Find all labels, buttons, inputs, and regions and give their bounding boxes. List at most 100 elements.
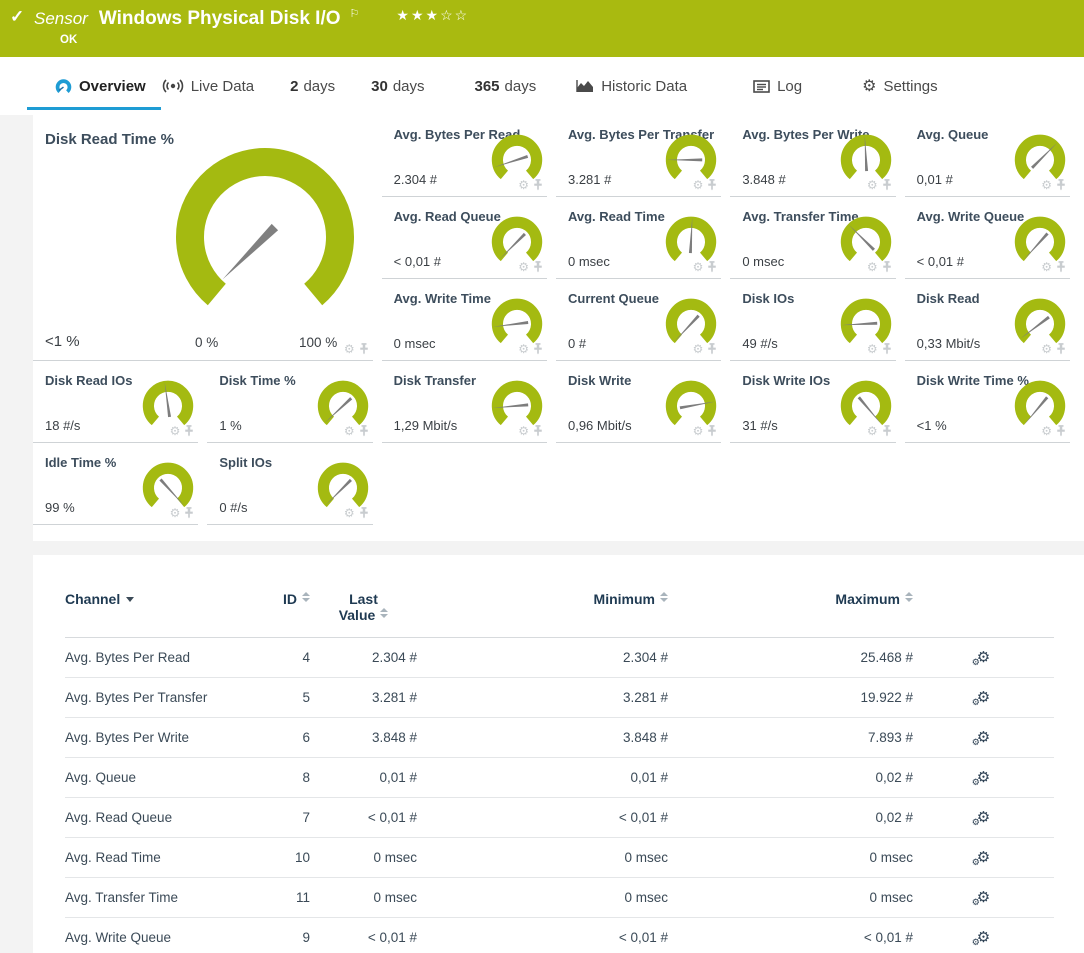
- gauge-pin-icon[interactable]: [1056, 424, 1066, 437]
- tab-overview[interactable]: Overview: [55, 78, 146, 95]
- channel-settings-icon[interactable]: ⚙⚙: [977, 770, 990, 785]
- cell-maximum: 25.468 #: [668, 638, 913, 678]
- gauge-settings-gear-icon[interactable]: ⚙: [518, 261, 529, 273]
- cell-id: 10: [250, 838, 310, 878]
- channel-gauge-cell[interactable]: Disk IOs 49 #/s ⚙: [730, 279, 895, 361]
- cell-maximum: 7.893 #: [668, 718, 913, 758]
- channel-gauge-cell[interactable]: Disk Transfer 1,29 Mbit/s ⚙: [382, 361, 547, 443]
- channel-settings-icon[interactable]: ⚙⚙: [977, 850, 990, 865]
- channel-settings-icon[interactable]: ⚙⚙: [977, 890, 990, 905]
- tab-live-data[interactable]: Live Data: [162, 78, 254, 95]
- channel-gauge-cell[interactable]: Disk Time % 1 % ⚙: [207, 361, 372, 443]
- gauges-panel: Disk Read Time % 0 % 100 % <1 % ⚙ Avg. B…: [33, 115, 1084, 541]
- gauge-pin-icon[interactable]: [1056, 178, 1066, 191]
- gauge-settings-gear-icon[interactable]: ⚙: [1041, 425, 1052, 437]
- channel-gauge-cell[interactable]: Avg. Read Queue < 0,01 # ⚙: [382, 197, 547, 279]
- gauge-settings-gear-icon[interactable]: ⚙: [867, 261, 878, 273]
- gauge-settings-gear-icon[interactable]: ⚙: [518, 343, 529, 355]
- cell-id: 6: [250, 718, 310, 758]
- gauge-settings-gear-icon[interactable]: ⚙: [344, 425, 355, 437]
- channel-settings-icon[interactable]: ⚙⚙: [977, 650, 990, 665]
- channel-settings-icon[interactable]: ⚙⚙: [977, 930, 990, 945]
- star-rating[interactable]: ★★★☆☆: [396, 7, 469, 23]
- gauge-pin-icon[interactable]: [1056, 342, 1066, 355]
- gauge-pin-icon[interactable]: [533, 424, 543, 437]
- gauge-settings-gear-icon[interactable]: ⚙: [518, 425, 529, 437]
- gauge-pin-icon[interactable]: [882, 178, 892, 191]
- gauge-pin-icon[interactable]: [707, 178, 717, 191]
- column-header-last-value[interactable]: Last Value: [310, 591, 417, 638]
- channel-gauge-cell[interactable]: Split IOs 0 #/s ⚙: [207, 443, 372, 525]
- channel-gauge-cell[interactable]: Disk Read IOs 18 #/s ⚙: [33, 361, 198, 443]
- tab-label: Log: [777, 78, 802, 95]
- channel-gauge-cell[interactable]: Disk Read 0,33 Mbit/s ⚙: [905, 279, 1070, 361]
- gauge-pin-icon[interactable]: [882, 424, 892, 437]
- gauge-pin-icon[interactable]: [707, 260, 717, 273]
- gauge-pin-icon[interactable]: [184, 424, 194, 437]
- channel-gauge-cell[interactable]: Current Queue 0 # ⚙: [556, 279, 721, 361]
- gauge-pin-icon[interactable]: [707, 342, 717, 355]
- column-header-maximum[interactable]: Maximum: [668, 591, 913, 638]
- gauge-settings-gear-icon[interactable]: ⚙: [693, 261, 704, 273]
- channel-gauge-cell[interactable]: Disk Write Time % <1 % ⚙: [905, 361, 1070, 443]
- gauge-settings-gear-icon[interactable]: ⚙: [1041, 179, 1052, 191]
- gauge-settings-gear-icon[interactable]: ⚙: [867, 179, 878, 191]
- tab-label: Historic Data: [601, 78, 687, 95]
- gauge-pin-icon[interactable]: [359, 506, 369, 519]
- channel-gauge-cell[interactable]: Avg. Bytes Per Read 2.304 # ⚙: [382, 115, 547, 197]
- channel-gauge-cell[interactable]: Disk Write IOs 31 #/s ⚙: [730, 361, 895, 443]
- channel-gauge-cell[interactable]: Idle Time % 99 % ⚙: [33, 443, 198, 525]
- gauge-title: Current Queue: [568, 291, 659, 306]
- channel-gauge-cell[interactable]: Avg. Write Queue < 0,01 # ⚙: [905, 197, 1070, 279]
- gauge-settings-gear-icon[interactable]: ⚙: [867, 425, 878, 437]
- gauge-settings-gear-icon[interactable]: ⚙: [693, 343, 704, 355]
- column-header-minimum[interactable]: Minimum: [417, 591, 668, 638]
- tab-log[interactable]: Log: [753, 78, 802, 95]
- channel-gauge-cell[interactable]: Avg. Queue 0,01 # ⚙: [905, 115, 1070, 197]
- gauge-value: 0 msec: [568, 254, 610, 269]
- main-gauge-min-label: 0 %: [195, 335, 218, 350]
- sensor-header: ✓ Sensor Windows Physical Disk I/O ⚐ ★★★…: [0, 0, 1084, 57]
- gauge-settings-gear-icon[interactable]: ⚙: [344, 343, 355, 355]
- channel-gauge-cell[interactable]: Avg. Read Time 0 msec ⚙: [556, 197, 721, 279]
- column-header-id[interactable]: ID: [250, 591, 310, 638]
- channel-settings-icon[interactable]: ⚙⚙: [977, 810, 990, 825]
- channel-settings-icon[interactable]: ⚙⚙: [977, 730, 990, 745]
- tab-settings[interactable]: ⚙ Settings: [862, 76, 938, 96]
- tab-2-days[interactable]: 2 days: [290, 78, 335, 95]
- gauge-pin-icon[interactable]: [533, 260, 543, 273]
- gauge-pin-icon[interactable]: [882, 342, 892, 355]
- gauge-pin-icon[interactable]: [1056, 260, 1066, 273]
- gauge-title: Avg. Read Time: [568, 209, 665, 224]
- channel-gauge-cell[interactable]: Avg. Transfer Time 0 msec ⚙: [730, 197, 895, 279]
- main-gauge-cell[interactable]: Disk Read Time % 0 % 100 % <1 % ⚙: [33, 115, 373, 361]
- gauge-pin-icon[interactable]: [882, 260, 892, 273]
- priority-flag-icon[interactable]: ⚐: [350, 8, 360, 20]
- gauge-pin-icon[interactable]: [533, 178, 543, 191]
- gauge-settings-gear-icon[interactable]: ⚙: [693, 179, 704, 191]
- gauge-settings-gear-icon[interactable]: ⚙: [170, 425, 181, 437]
- tab-30-days[interactable]: 30 days: [371, 78, 424, 95]
- channel-gauge-cell[interactable]: Disk Write 0,96 Mbit/s ⚙: [556, 361, 721, 443]
- channel-gauge-cell[interactable]: Avg. Write Time 0 msec ⚙: [382, 279, 547, 361]
- gauge-settings-gear-icon[interactable]: ⚙: [170, 507, 181, 519]
- gauge-pin-icon[interactable]: [707, 424, 717, 437]
- gauge-pin-icon[interactable]: [359, 342, 369, 355]
- gauge-settings-gear-icon[interactable]: ⚙: [1041, 343, 1052, 355]
- tab-365-days[interactable]: 365 days: [475, 78, 537, 95]
- gauge-settings-gear-icon[interactable]: ⚙: [344, 507, 355, 519]
- gauge-pin-icon[interactable]: [184, 506, 194, 519]
- gauge-settings-gear-icon[interactable]: ⚙: [867, 343, 878, 355]
- tab-label: days: [303, 78, 335, 95]
- gauge-settings-gear-icon[interactable]: ⚙: [518, 179, 529, 191]
- cell-id: 5: [250, 678, 310, 718]
- tab-historic-data[interactable]: Historic Data: [576, 78, 687, 95]
- column-header-channel[interactable]: Channel: [65, 591, 250, 638]
- channel-gauge-cell[interactable]: Avg. Bytes Per Write 3.848 # ⚙: [730, 115, 895, 197]
- channel-settings-icon[interactable]: ⚙⚙: [977, 690, 990, 705]
- gauge-settings-gear-icon[interactable]: ⚙: [1041, 261, 1052, 273]
- gauge-settings-gear-icon[interactable]: ⚙: [693, 425, 704, 437]
- gauge-pin-icon[interactable]: [533, 342, 543, 355]
- gauge-pin-icon[interactable]: [359, 424, 369, 437]
- channel-gauge-cell[interactable]: Avg. Bytes Per Transfer 3.281 # ⚙: [556, 115, 721, 197]
